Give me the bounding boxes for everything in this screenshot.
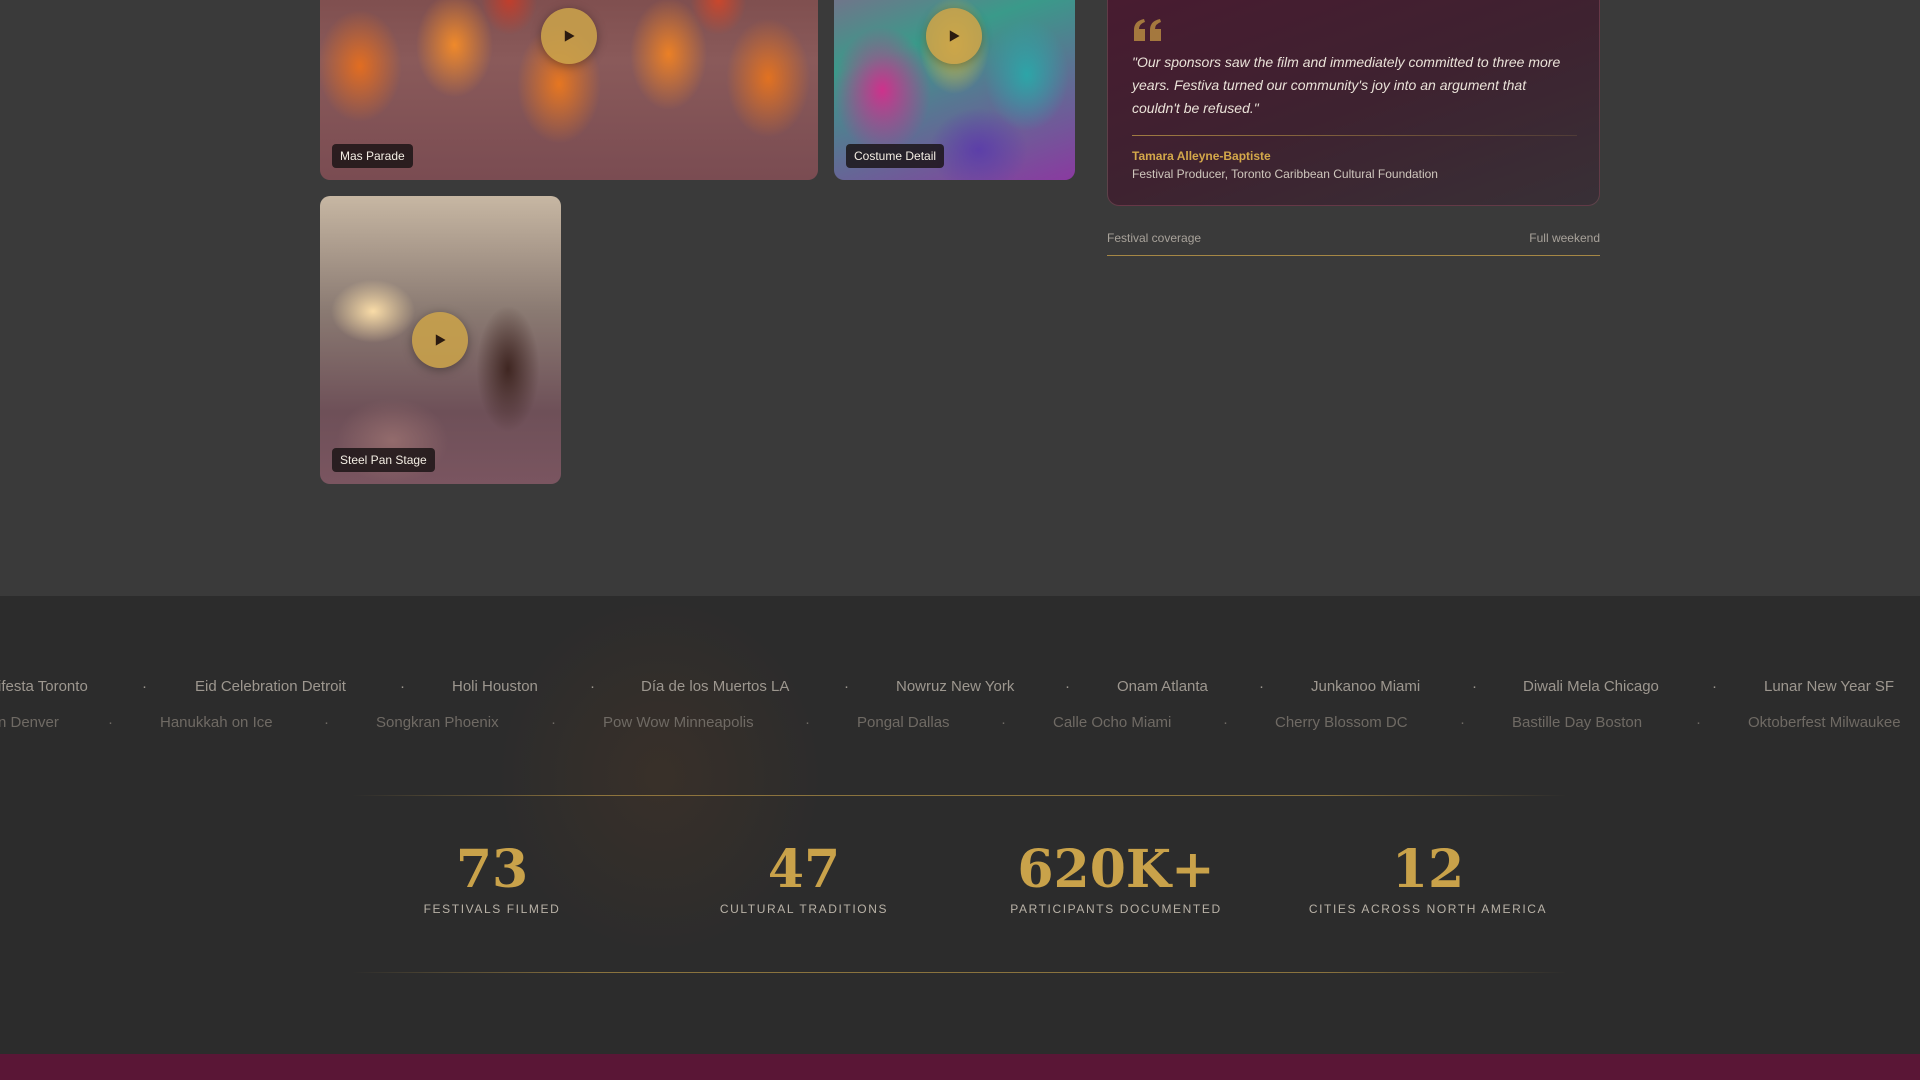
coverage-value: Full weekend (1529, 231, 1600, 245)
play-triangle-icon (435, 334, 446, 346)
gallery-tile-mas-parade[interactable]: Mas Parade (320, 0, 818, 180)
play-triangle-icon (564, 30, 575, 42)
marquee-separator: · (590, 678, 595, 695)
marquee-separator: · (805, 714, 810, 731)
festival-marquee-row-1: ifesta Toronto · Eid Celebration Detroit… (0, 678, 1920, 702)
marquee-item: Oktoberfest Milwaukee (1748, 714, 1901, 731)
stat-cities: 12 CITIES ACROSS NORTH AMERICA (1278, 839, 1578, 917)
marquee-separator: · (551, 714, 556, 731)
tile-caption: Costume Detail (846, 144, 945, 168)
testimonial-divider (1132, 135, 1577, 136)
marquee-separator: · (844, 678, 849, 695)
stat-festivals-filmed: 73 FESTIVALS FILMED (342, 839, 642, 917)
gallery-tile-costume-detail[interactable]: Costume Detail (834, 0, 1075, 180)
marquee-separator: · (1259, 678, 1264, 695)
festivals-band: ifesta Toronto · Eid Celebration Detroit… (0, 596, 1920, 1054)
marquee-separator: · (1223, 714, 1228, 731)
festival-coverage-row: Festival coverage Full weekend (1107, 231, 1600, 256)
marquee-item: Hanukkah on Ice (160, 714, 273, 731)
marquee-item: Songkran Phoenix (376, 714, 499, 731)
marquee-separator: · (1696, 714, 1701, 731)
gallery-tile-steel-pan-stage[interactable]: Steel Pan Stage (320, 196, 561, 484)
marquee-item: Junkanoo Miami (1311, 678, 1421, 695)
stat-value: 12 (1391, 839, 1465, 900)
marquee-item: Día de los Muertos LA (641, 678, 790, 695)
marquee-item: Lunar New Year SF (1764, 678, 1895, 695)
marquee-item: ifesta Toronto (0, 678, 88, 695)
testimonial-quote: "Our sponsors saw the film and immediate… (1132, 54, 1561, 116)
stat-cultural-traditions: 47 CULTURAL TRADITIONS (654, 839, 954, 917)
marquee-separator: · (1460, 714, 1465, 731)
marquee-separator: · (142, 678, 147, 695)
marquee-item: Bastille Day Boston (1512, 714, 1643, 731)
marquee-item: Pow Wow Minneapolis (603, 714, 754, 731)
marquee-item: Eid Celebration Detroit (195, 678, 346, 695)
stat-participants-documented: 620K+ PARTICIPANTS DOCUMENTED (966, 839, 1266, 917)
tile-caption: Mas Parade (332, 144, 413, 168)
marquee-item: n Denver (0, 714, 59, 731)
play-triangle-icon (949, 30, 960, 42)
stat-label: PARTICIPANTS DOCUMENTED (1010, 902, 1222, 916)
stat-value: 620K+ (1017, 839, 1215, 900)
tile-caption: Steel Pan Stage (332, 448, 435, 472)
marquee-item: Diwali Mela Chicago (1523, 678, 1659, 695)
marquee-item: Holi Houston (452, 678, 538, 695)
marquee-separator: · (108, 714, 113, 731)
marquee-separator: · (324, 714, 329, 731)
stat-value: 47 (767, 839, 841, 900)
marquee-separator: · (1712, 678, 1717, 695)
stat-label: CULTURAL TRADITIONS (719, 902, 889, 916)
marquee-item: Pongal Dallas (857, 714, 950, 731)
play-icon[interactable] (412, 312, 468, 368)
marquee-separator: · (1001, 714, 1006, 731)
stats-divider-top (352, 795, 1567, 796)
festival-marquee-row-2: n Denver · Hanukkah on Ice · Songkran Ph… (0, 714, 1920, 738)
testimonial-author-role: Festival Producer, Toronto Caribbean Cul… (1132, 167, 1438, 181)
quote-icon (1134, 19, 1161, 41)
marquee-item: Nowruz New York (896, 678, 1015, 695)
coverage-label: Festival coverage (1107, 231, 1202, 245)
stat-label: FESTIVALS FILMED (423, 902, 561, 916)
stat-value: 73 (455, 839, 529, 900)
footer-strip (0, 1054, 1920, 1080)
marquee-item: Calle Ocho Miami (1053, 714, 1172, 731)
play-icon[interactable] (926, 8, 982, 64)
marquee-separator: · (1065, 678, 1070, 695)
play-icon[interactable] (541, 8, 597, 64)
stats-divider-bottom (352, 972, 1567, 973)
marquee-separator: · (400, 678, 405, 695)
marquee-separator: · (1472, 678, 1477, 695)
testimonial-author-name: Tamara Alleyne-Baptiste (1132, 149, 1271, 163)
marquee-item: Cherry Blossom DC (1275, 714, 1408, 731)
marquee-item: Onam Atlanta (1117, 678, 1208, 695)
testimonial-card: "Our sponsors saw the film and immediate… (1107, 0, 1600, 206)
stat-label: CITIES ACROSS NORTH AMERICA (1308, 902, 1548, 916)
